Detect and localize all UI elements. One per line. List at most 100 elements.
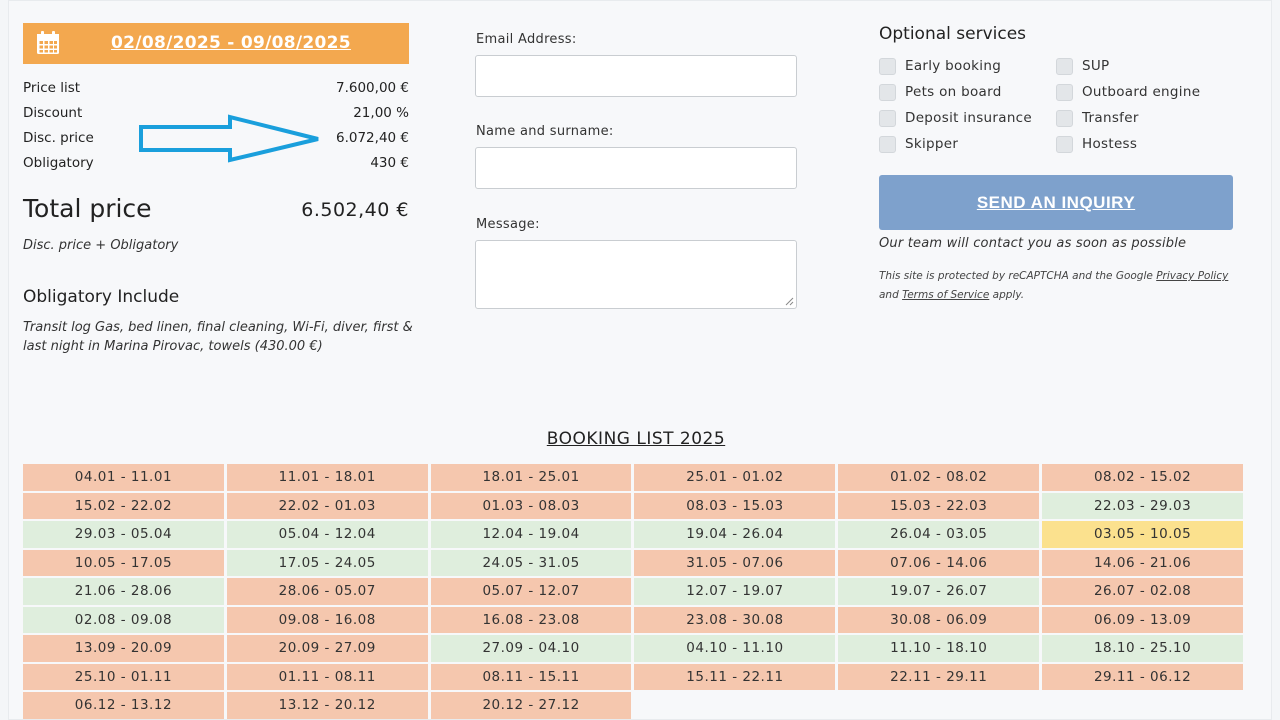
recaptcha-apply: apply. [989, 289, 1025, 301]
booking-week-cell[interactable]: 25.01 - 01.02 [634, 464, 836, 491]
option-label: Transfer [1082, 110, 1139, 126]
booking-week-cell[interactable]: 14.06 - 21.06 [1042, 549, 1243, 576]
booking-week-cell[interactable]: 06.09 - 13.09 [1042, 606, 1243, 633]
booking-week-cell[interactable]: 12.07 - 19.07 [634, 578, 836, 605]
send-inquiry-label: SEND AN INQUIRY [976, 192, 1136, 212]
obligatory-value: 430 € [370, 155, 409, 171]
obligatory-label: Obligatory [23, 155, 94, 171]
booking-week-cell[interactable]: 09.08 - 16.08 [226, 606, 428, 633]
terms-of-service-link[interactable]: Terms of Service [902, 289, 989, 301]
arrow-right-icon [139, 114, 319, 163]
booking-week-cell[interactable]: 01.11 - 08.11 [226, 663, 428, 690]
discount-value: 21,00 % [353, 105, 409, 121]
booking-week-cell[interactable]: 30.08 - 06.09 [838, 606, 1040, 633]
booking-week-cell[interactable]: 07.06 - 14.06 [838, 549, 1040, 576]
date-range-bar[interactable]: 02/08/2025 - 09/08/2025 [23, 23, 409, 64]
recaptcha-text: This site is protected by reCAPTCHA and … [879, 270, 1157, 282]
booking-week-cell[interactable]: 02.08 - 09.08 [23, 606, 224, 633]
option-label: Skipper [905, 136, 959, 152]
booking-week-cell[interactable]: 22.02 - 01.03 [226, 492, 428, 519]
checkbox[interactable] [1056, 58, 1073, 75]
option-label: Pets on board [905, 84, 1002, 100]
obligatory-include-text: Transit log Gas, bed linen, final cleani… [23, 320, 413, 354]
booking-week-cell[interactable]: 27.09 - 04.10 [430, 635, 632, 662]
booking-week-cell[interactable]: 31.05 - 07.06 [634, 549, 836, 576]
booking-week-cell[interactable]: 29.11 - 06.12 [1042, 663, 1243, 690]
contact-note: Our team will contact you as soon as pos… [879, 236, 1187, 251]
booking-week-cell[interactable]: 10.05 - 17.05 [23, 549, 224, 576]
booking-week-cell[interactable]: 19.04 - 26.04 [634, 521, 836, 548]
booking-week-cell[interactable]: 24.05 - 31.05 [430, 549, 632, 576]
booking-week-cell[interactable]: 28.06 - 05.07 [226, 578, 428, 605]
name-label: Name and surname: [476, 124, 614, 139]
total-price-note: Disc. price + Obligatory [23, 238, 179, 253]
booking-week-cell[interactable]: 11.01 - 18.01 [226, 464, 428, 491]
booking-week-cell[interactable]: 18.01 - 25.01 [430, 464, 632, 491]
obligatory-include-title: Obligatory Include [23, 287, 180, 307]
booking-week-cell[interactable]: 15.03 - 22.03 [838, 492, 1040, 519]
booking-week-cell[interactable]: 22.11 - 29.11 [838, 663, 1040, 690]
option-label: SUP [1082, 58, 1110, 74]
recaptcha-notice: This site is protected by reCAPTCHA and … [879, 267, 1235, 305]
booking-week-cell[interactable]: 08.03 - 15.03 [634, 492, 836, 519]
booking-week-cell[interactable]: 21.06 - 28.06 [23, 578, 224, 605]
name-field[interactable] [475, 147, 797, 189]
booking-week-cell[interactable]: 15.11 - 22.11 [634, 663, 836, 690]
price-list-label: Price list [23, 80, 81, 96]
message-field[interactable] [475, 240, 797, 309]
booking-week-cell[interactable]: 11.10 - 18.10 [838, 635, 1040, 662]
booking-week-cell[interactable]: 16.08 - 23.08 [430, 606, 632, 633]
checkbox[interactable] [879, 58, 896, 75]
disc-price-value: 6.072,40 € [336, 130, 409, 146]
checkbox[interactable] [879, 110, 896, 127]
recaptcha-and: and [879, 289, 903, 301]
booking-week-cell[interactable]: 08.11 - 15.11 [430, 663, 632, 690]
booking-week-cell[interactable]: 17.05 - 24.05 [226, 549, 428, 576]
booking-week-cell[interactable]: 25.10 - 01.11 [23, 663, 224, 690]
email-field[interactable] [475, 55, 797, 97]
checkbox[interactable] [1056, 84, 1073, 101]
checkbox[interactable] [1056, 110, 1073, 127]
price-list-value: 7.600,00 € [336, 80, 409, 96]
optional-services-title: Optional services [879, 24, 1027, 44]
booking-week-cell[interactable]: 12.04 - 19.04 [430, 521, 632, 548]
booking-week-cell[interactable]: 13.12 - 20.12 [226, 692, 428, 719]
booking-week-cell[interactable]: 15.02 - 22.02 [23, 492, 224, 519]
booking-week-cell[interactable]: 05.07 - 12.07 [430, 578, 632, 605]
booking-week-cell[interactable]: 29.03 - 05.04 [23, 521, 224, 548]
booking-grid: 04.01 - 11.01 11.01 - 18.01 18.01 - 25.01 2… [23, 464, 1243, 719]
booking-week-cell[interactable]: 22.03 - 29.03 [1042, 492, 1243, 519]
booking-week-cell[interactable]: 23.08 - 30.08 [634, 606, 836, 633]
booking-week-cell[interactable]: 20.09 - 27.09 [226, 635, 428, 662]
total-price-label: Total price [23, 194, 152, 223]
resize-grip-icon[interactable] [785, 297, 794, 306]
disc-price-label: Disc. price [23, 130, 94, 146]
booking-week-cell[interactable]: 05.04 - 12.04 [226, 521, 428, 548]
booking-week-cell[interactable]: 04.01 - 11.01 [23, 464, 224, 491]
booking-week-cell[interactable]: 18.10 - 25.10 [1042, 635, 1243, 662]
booking-week-cell[interactable]: 19.07 - 26.07 [838, 578, 1040, 605]
booking-week-cell[interactable]: 13.09 - 20.09 [23, 635, 224, 662]
option-label: Deposit insurance [905, 110, 1033, 126]
discount-label: Discount [23, 105, 83, 121]
email-label: Email Address: [476, 32, 577, 47]
booking-week-cell[interactable]: 06.12 - 13.12 [23, 692, 224, 719]
checkbox[interactable] [879, 84, 896, 101]
booking-week-cell[interactable]: 20.12 - 27.12 [430, 692, 632, 719]
booking-week-cell[interactable]: 04.10 - 11.10 [634, 635, 836, 662]
booking-week-cell[interactable]: 08.02 - 15.02 [1042, 464, 1243, 491]
privacy-policy-link[interactable]: Privacy Policy [1156, 270, 1228, 282]
option-label: Early booking [905, 58, 1002, 74]
checkbox[interactable] [879, 136, 896, 153]
send-inquiry-button[interactable]: SEND AN INQUIRY [879, 175, 1233, 230]
checkbox[interactable] [1056, 136, 1073, 153]
booking-week-cell[interactable]: 26.07 - 02.08 [1042, 578, 1243, 605]
booking-week-cell[interactable]: 26.04 - 03.05 [838, 521, 1040, 548]
total-price-value: 6.502,40 € [301, 199, 409, 221]
booking-week-cell[interactable]: 01.03 - 08.03 [430, 492, 632, 519]
booking-week-cell[interactable]: 01.02 - 08.02 [838, 464, 1040, 491]
message-label: Message: [476, 217, 540, 232]
date-range-text[interactable]: 02/08/2025 - 09/08/2025 [23, 33, 409, 53]
booking-week-cell[interactable]: 03.05 - 10.05 [1042, 521, 1243, 548]
booking-list-title: BOOKING LIST 2025 [546, 429, 726, 449]
